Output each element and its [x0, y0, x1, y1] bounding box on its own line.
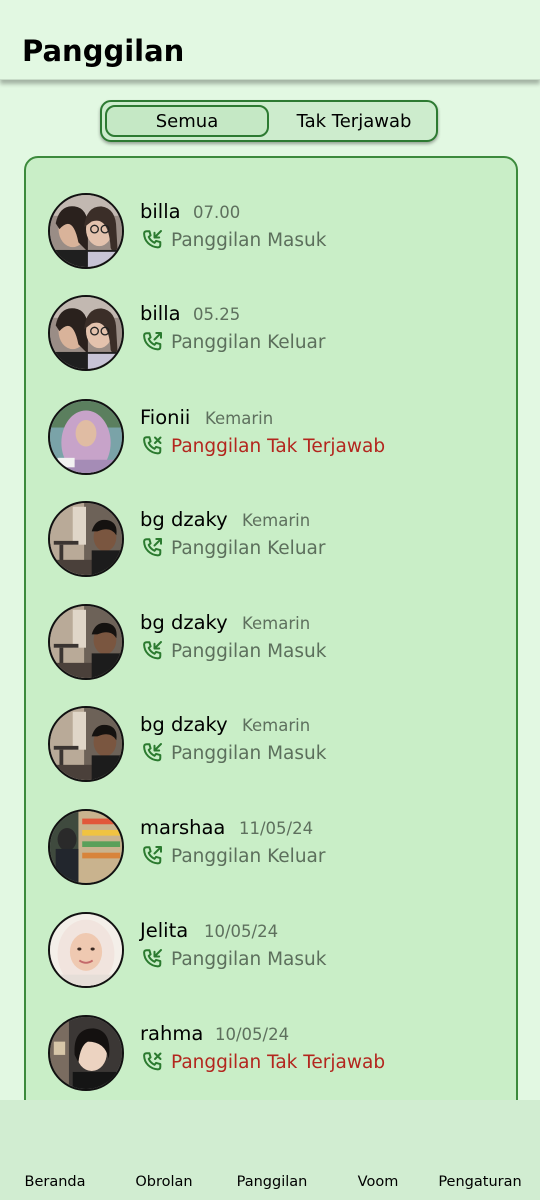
call-time: Kemarin [205, 409, 274, 428]
contact-name: bg dzaky [140, 713, 228, 736]
call-row[interactable]: bg dzaky Kemarin Panggilan Keluar [26, 501, 516, 591]
call-status: Panggilan Tak Terjawab [140, 433, 385, 459]
call-time: Kemarin [242, 614, 311, 633]
contact-name: billa [140, 200, 181, 223]
call-row[interactable]: billa 05.25 Panggilan Keluar [26, 295, 516, 385]
call-status-text: Panggilan Keluar [171, 845, 326, 867]
call-status-text: Panggilan Masuk [171, 640, 327, 662]
avatar [48, 604, 124, 680]
incoming-call-icon [143, 641, 162, 660]
call-status: Panggilan Keluar [140, 843, 326, 869]
call-time: 10/05/24 [215, 1025, 290, 1044]
call-row[interactable]: bg dzaky Kemarin Panggilan Masuk [26, 706, 516, 796]
call-status-text: Panggilan Tak Terjawab [171, 435, 386, 457]
tab-missed[interactable]: Tak Terjawab [274, 105, 434, 137]
nav-item-home[interactable]: Beranda [1, 1174, 109, 1190]
missed-call-icon [143, 436, 162, 455]
contact-name: Fionii [140, 406, 191, 429]
nav-item-settings[interactable]: Pengaturan [426, 1174, 534, 1190]
call-status-text: Panggilan Masuk [171, 948, 327, 970]
tab-all[interactable]: Semua [105, 105, 269, 137]
nav-item-voom[interactable]: Voom [324, 1174, 432, 1190]
avatar [48, 501, 124, 577]
call-time: 10/05/24 [204, 922, 279, 941]
incoming-call-icon [143, 743, 162, 762]
avatar [48, 1015, 124, 1091]
contact-name: Jelita [140, 919, 189, 942]
call-row[interactable]: rahma 10/05/24 Panggilan Tak Terjawab [26, 1015, 516, 1105]
page-title: Panggilan [22, 34, 185, 68]
outgoing-call-icon [143, 332, 162, 351]
avatar [48, 809, 124, 885]
contact-name: billa [140, 302, 181, 325]
call-status-text: Panggilan Tak Terjawab [171, 1051, 386, 1073]
avatar [48, 706, 124, 782]
call-time: 07.00 [193, 203, 241, 222]
avatar [48, 399, 124, 475]
call-row[interactable]: billa 07.00 Panggilan Masuk [26, 193, 516, 283]
contact-name: bg dzaky [140, 508, 228, 531]
call-status: Panggilan Masuk [140, 638, 326, 664]
contact-name: marshaa [140, 816, 226, 839]
nav-item-chats[interactable]: Obrolan [110, 1174, 218, 1190]
missed-call-icon [143, 1052, 162, 1071]
call-row[interactable]: bg dzaky Kemarin Panggilan Masuk [26, 604, 516, 694]
call-status-text: Panggilan Masuk [171, 229, 327, 251]
call-status: Panggilan Masuk [140, 227, 326, 253]
outgoing-call-icon [143, 538, 162, 557]
call-row[interactable]: Jelita 10/05/24 Panggilan Masuk [26, 912, 516, 1002]
call-row[interactable]: marshaa 11/05/24 Panggilan Keluar [26, 809, 516, 899]
call-status: Panggilan Masuk [140, 946, 326, 972]
call-status: Panggilan Masuk [140, 740, 326, 766]
call-time: Kemarin [242, 716, 311, 735]
avatar [48, 295, 124, 371]
call-status-text: Panggilan Masuk [171, 742, 327, 764]
call-time: 11/05/24 [239, 819, 314, 838]
call-list: billa 07.00 Panggilan Masuk billa 05.25 Pangg… [24, 156, 518, 1116]
incoming-call-icon [143, 230, 162, 249]
avatar [48, 912, 124, 988]
call-status-text: Panggilan Keluar [171, 537, 326, 559]
outgoing-call-icon [143, 846, 162, 865]
incoming-call-icon [143, 949, 162, 968]
nav-item-calls[interactable]: Panggilan [218, 1174, 326, 1190]
call-time: Kemarin [242, 511, 311, 530]
call-status: Panggilan Tak Terjawab [140, 1049, 385, 1075]
call-row[interactable]: Fionii Kemarin Panggilan Tak Terjawab [26, 399, 516, 489]
call-time: 05.25 [193, 305, 241, 324]
avatar [48, 193, 124, 269]
call-status: Panggilan Keluar [140, 535, 326, 561]
app-header: Panggilan [0, 0, 540, 80]
bottom-nav: Beranda Obrolan Panggilan Voom Pengatura… [0, 1100, 540, 1200]
app-root: Panggilan Semua Tak Terjawab billa 07.00 P… [0, 0, 540, 1200]
contact-name: rahma [140, 1022, 204, 1045]
contact-name: bg dzaky [140, 611, 228, 634]
call-filter-tabs: Semua Tak Terjawab [100, 100, 438, 142]
call-status: Panggilan Keluar [140, 329, 326, 355]
call-status-text: Panggilan Keluar [171, 331, 326, 353]
